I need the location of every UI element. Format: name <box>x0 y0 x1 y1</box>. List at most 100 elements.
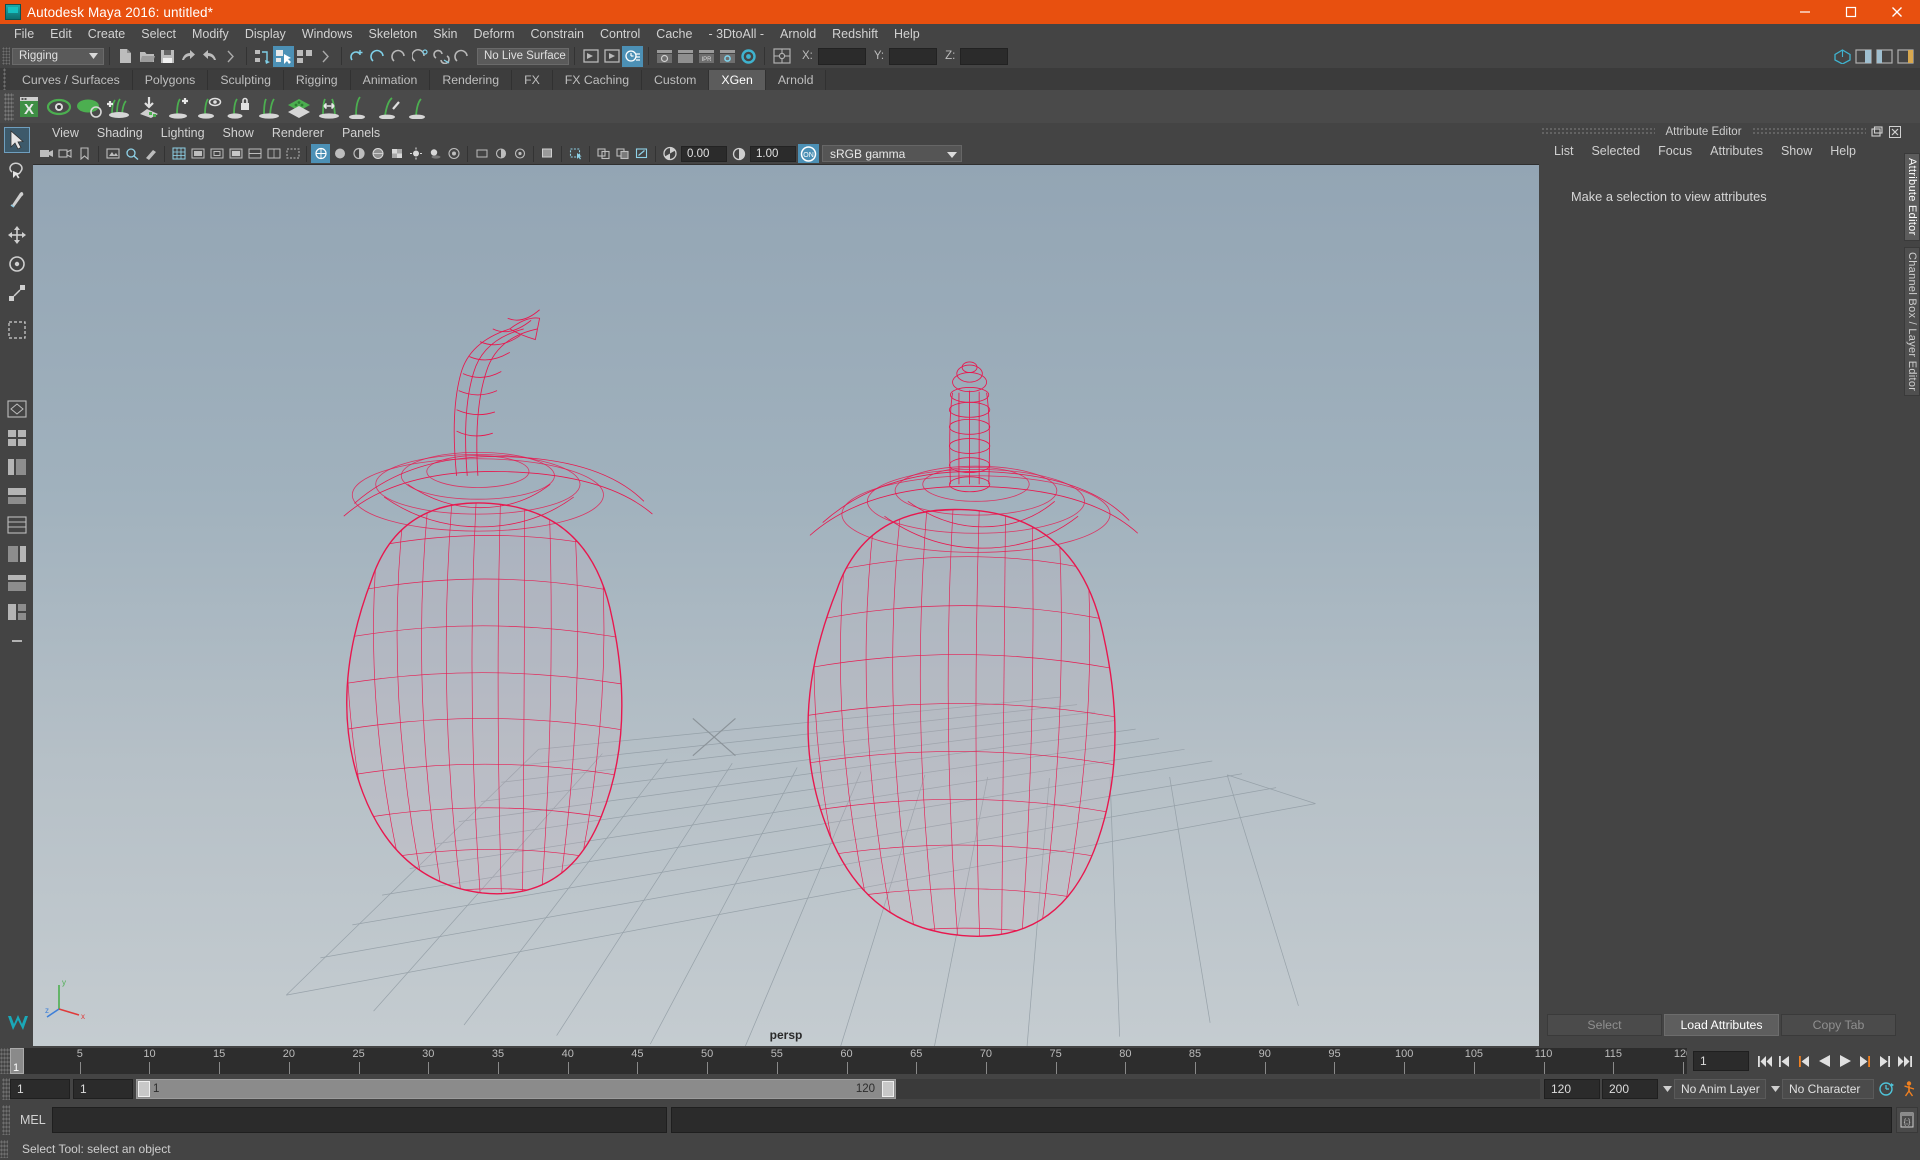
script-editor-icon[interactable]: {;} <box>1896 1107 1918 1133</box>
open-render-view-button[interactable] <box>580 46 601 67</box>
ae-select-button[interactable]: Select <box>1547 1014 1662 1036</box>
select-tool[interactable] <box>3 127 30 153</box>
motion-blur-icon[interactable] <box>472 144 491 163</box>
layout-two-pane-button[interactable] <box>4 570 30 596</box>
snap-to-view-planes-button[interactable] <box>431 46 452 67</box>
ipr-render-button[interactable]: IPR <box>696 46 717 67</box>
save-scene-button[interactable] <box>157 46 178 67</box>
film-gate-icon[interactable] <box>188 144 207 163</box>
ae-menu-list[interactable]: List <box>1545 141 1582 161</box>
make-live-button[interactable] <box>452 46 473 67</box>
shelf-tab-polygons[interactable]: Polygons <box>132 70 209 90</box>
command-line-grip[interactable] <box>2 1105 10 1135</box>
width-guide-icon[interactable] <box>314 92 344 122</box>
wireframe-shading-icon[interactable] <box>311 144 330 163</box>
statusline-expand-1[interactable] <box>220 46 241 67</box>
xray-icon[interactable] <box>594 144 613 163</box>
new-scene-button[interactable] <box>115 46 136 67</box>
ae-menu-help[interactable]: Help <box>1821 141 1865 161</box>
close-icon[interactable] <box>1874 0 1920 24</box>
wireframe-on-shaded-icon[interactable] <box>368 144 387 163</box>
range-slider-fill[interactable]: 1 120 <box>136 1079 896 1099</box>
exposure-gate-icon[interactable] <box>245 144 264 163</box>
rotate-tool[interactable] <box>4 251 30 277</box>
gamma-icon[interactable] <box>729 144 748 163</box>
coord-z-field[interactable] <box>960 47 1009 65</box>
color-profile-selector[interactable]: sRGB gamma <box>822 145 962 162</box>
ae-copy-tab-button[interactable]: Copy Tab <box>1781 1014 1896 1036</box>
snap-to-curve-button[interactable] <box>368 46 389 67</box>
menu-create[interactable]: Create <box>80 24 134 44</box>
current-frame-field[interactable]: 1 <box>1693 1051 1749 1071</box>
maximize-icon[interactable] <box>1828 0 1874 24</box>
shelf-tab-rendering[interactable]: Rendering <box>430 70 513 90</box>
vertical-tab-attribute-editor[interactable]: Attribute Editor <box>1904 153 1920 241</box>
help-line-grip[interactable] <box>0 1140 8 1158</box>
screen-space-ao-icon[interactable] <box>444 144 463 163</box>
camera-attributes-icon[interactable] <box>56 144 75 163</box>
length-guide-icon[interactable] <box>344 92 374 122</box>
select-by-component-type-button[interactable] <box>294 46 315 67</box>
render-current-frame-button[interactable] <box>601 46 622 67</box>
select-camera-icon[interactable] <box>37 144 56 163</box>
snap-to-projected-center-button[interactable] <box>410 46 431 67</box>
select-by-object-type-button[interactable] <box>273 45 294 67</box>
ae-load-attributes-button[interactable]: Load Attributes <box>1664 1014 1779 1036</box>
menu-file[interactable]: File <box>6 24 42 44</box>
render-settings-window-button[interactable] <box>717 46 738 67</box>
undock-icon[interactable] <box>1870 125 1884 139</box>
preview-eye-icon[interactable] <box>44 92 74 122</box>
bookmarks-icon[interactable] <box>75 144 94 163</box>
image-plane-icon[interactable] <box>103 144 122 163</box>
menu-windows[interactable]: Windows <box>294 24 361 44</box>
menu-edit[interactable]: Edit <box>42 24 80 44</box>
xray-selection-icon[interactable] <box>566 144 585 163</box>
safe-action-icon[interactable] <box>283 144 302 163</box>
menu-3dtoall[interactable]: - 3DtoAll - <box>700 24 772 44</box>
viewport-menu-view[interactable]: View <box>43 123 88 143</box>
export-collection-icon[interactable] <box>134 92 164 122</box>
snap-to-grid-button[interactable] <box>347 46 368 67</box>
smooth-shade-all-icon[interactable] <box>330 144 349 163</box>
step-back-frame-icon[interactable] <box>1795 1050 1814 1072</box>
statusline-expand-2[interactable] <box>315 46 336 67</box>
show-hide-tool-settings-icon[interactable] <box>1874 46 1895 67</box>
coord-y-field[interactable] <box>889 47 938 65</box>
coord-x-field[interactable] <box>817 47 866 65</box>
shelf-grip[interactable] <box>0 68 10 90</box>
layout-more-button[interactable] <box>4 628 30 654</box>
ae-menu-focus[interactable]: Focus <box>1649 141 1701 161</box>
add-description-icon[interactable] <box>104 92 134 122</box>
grease-pencil-icon[interactable] <box>141 144 160 163</box>
select-by-hierarchy-button[interactable] <box>252 46 273 67</box>
two-d-pan-zoom-icon[interactable] <box>122 144 141 163</box>
depth-of-field-icon[interactable] <box>510 144 529 163</box>
layout-four-view-button[interactable] <box>4 425 30 451</box>
time-slider-track[interactable]: 1 5 10 15 20 25 30 35 40 45 50 55 60 65 70 75 80 85 90 95 1… <box>10 1048 1687 1074</box>
add-guide-icon[interactable] <box>164 92 194 122</box>
layout-outliner-persp-button[interactable] <box>4 454 30 480</box>
close-icon[interactable] <box>1888 125 1902 139</box>
range-slider-grip[interactable] <box>2 1078 10 1100</box>
utility-icon[interactable] <box>404 92 434 122</box>
animation-start-field[interactable]: 1 <box>10 1079 70 1099</box>
texture-display-icon[interactable] <box>387 144 406 163</box>
exposure-field[interactable]: 0.00 <box>681 145 727 162</box>
layout-hypershade-persp-button[interactable] <box>4 512 30 538</box>
command-language-label[interactable]: MEL <box>10 1113 52 1127</box>
multisample-aa-icon[interactable] <box>491 144 510 163</box>
step-forward-keyframe-icon[interactable] <box>1875 1050 1894 1072</box>
shelf-tab-curves-surfaces[interactable]: Curves / Surfaces <box>10 70 133 90</box>
shelf-tab-custom[interactable]: Custom <box>642 70 710 90</box>
toggle-ipr-button[interactable] <box>738 46 759 67</box>
show-hide-attribute-editor-icon[interactable] <box>1853 46 1874 67</box>
menu-skin[interactable]: Skin <box>425 24 465 44</box>
open-scene-button[interactable] <box>136 46 157 67</box>
layout-persp-outliner-button[interactable] <box>4 541 30 567</box>
menu-control[interactable]: Control <box>592 24 648 44</box>
paint-select-tool[interactable] <box>4 185 30 211</box>
animation-end-field[interactable]: 200 <box>1602 1079 1658 1099</box>
hypershade-button[interactable] <box>654 46 675 67</box>
anim-layer-selector[interactable]: No Anim Layer <box>1674 1079 1766 1099</box>
smooth-shade-selected-icon[interactable] <box>349 144 368 163</box>
